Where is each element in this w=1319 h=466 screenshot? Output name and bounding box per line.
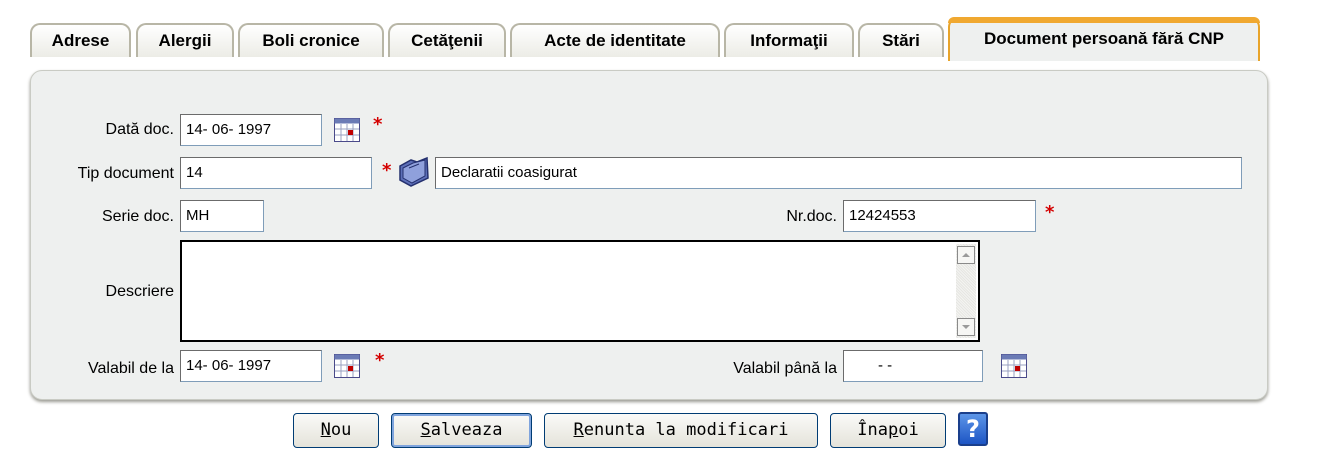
tab-informatii[interactable]: Informaţii (724, 23, 854, 57)
renunta-button[interactable]: Renunta la modificari (544, 413, 818, 448)
salveaza-button[interactable]: Salveaza (391, 413, 532, 448)
data-doc-required-star: * (373, 114, 383, 135)
calendar-icon[interactable] (334, 354, 360, 378)
nr-doc-field[interactable]: 12424553 (843, 200, 1036, 232)
valabil-de-la-field[interactable]: 14- 06- 1997 (180, 350, 322, 382)
valabil-pana-la-label: Valabil până la (733, 360, 837, 377)
data-doc-field[interactable]: 14- 06- 1997 (180, 114, 322, 146)
valabil-de-la-required-star: * (375, 350, 385, 371)
descriere-textarea[interactable] (180, 240, 980, 342)
help-icon[interactable]: ? (958, 412, 988, 446)
tab-acte-de-identitate[interactable]: Acte de identitate (510, 23, 720, 57)
tip-document-code-field[interactable]: 14 (180, 157, 372, 189)
nou-button[interactable]: Nou (293, 413, 379, 448)
tab-cetatenii[interactable]: Cetăţenii (388, 23, 506, 57)
inapoi-button-label-end: oi (898, 420, 919, 440)
serie-doc-label: Serie doc. (101, 208, 174, 225)
serie-doc-field[interactable]: MH (180, 200, 264, 232)
inapoi-button-accesskey: p (887, 420, 899, 440)
tab-boli-cronice[interactable]: Boli cronice (238, 23, 384, 57)
nou-button-label: ou (330, 420, 352, 440)
data-doc-label: Dată doc. (105, 121, 174, 138)
inapoi-button-label-start: Îna (857, 420, 888, 440)
tip-document-label: Tip document (77, 165, 174, 182)
scroll-up-arrow-icon[interactable] (957, 246, 975, 264)
nou-button-accesskey: N (320, 420, 331, 440)
calendar-icon[interactable] (334, 118, 360, 142)
nr-doc-required-star: * (1045, 202, 1055, 223)
tip-document-required-star: * (382, 160, 392, 181)
renunta-button-accesskey: R (573, 420, 584, 440)
scroll-down-arrow-icon[interactable] (957, 318, 975, 336)
tab-stari[interactable]: Stări (858, 23, 944, 57)
salveaza-button-accesskey: S (420, 420, 431, 440)
renunta-button-label: enunta la modificari (583, 420, 789, 440)
inapoi-button[interactable]: Înapoi (830, 413, 946, 448)
calendar-icon[interactable] (1001, 354, 1027, 378)
nr-doc-label: Nr.doc. (786, 208, 837, 225)
valabil-pana-la-field[interactable]: - - (843, 350, 983, 382)
descriere-label: Descriere (105, 283, 174, 300)
folder-lookup-icon[interactable] (397, 156, 431, 188)
salveaza-button-label: alveaza (430, 420, 503, 440)
tab-adrese[interactable]: Adrese (30, 23, 131, 57)
valabil-de-la-label: Valabil de la (88, 360, 174, 377)
tip-document-description-field: Declaratii coasigurat (435, 157, 1242, 189)
tab-alergii[interactable]: Alergii (136, 23, 234, 57)
tab-document-persoana-fara-cnp[interactable]: Document persoană fără CNP (948, 17, 1260, 61)
